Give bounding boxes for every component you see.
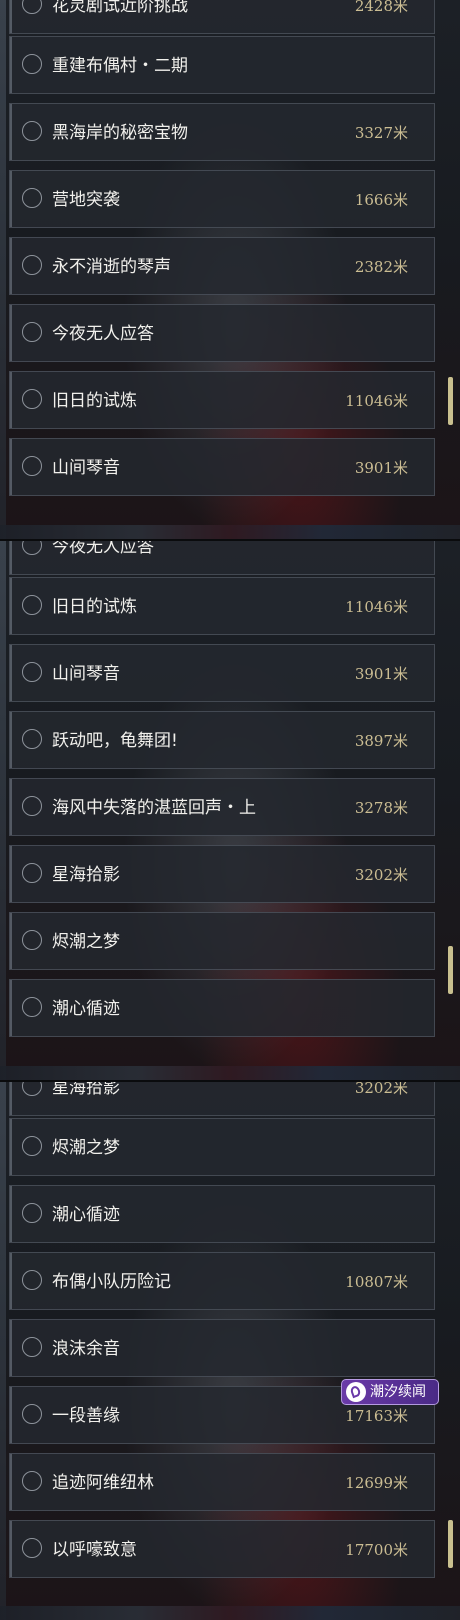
- quest-title: 星海拾影: [52, 865, 120, 885]
- quest-row[interactable]: 今夜无人应答: [9, 304, 435, 362]
- quest-distance: 2382米: [354, 258, 408, 276]
- quest-title: 山间琴音: [52, 664, 120, 684]
- radio-icon[interactable]: [22, 997, 42, 1017]
- quest-row[interactable]: 营地突袭 1666米: [9, 170, 435, 228]
- quest-distance: 2428米: [354, 0, 408, 15]
- quest-row[interactable]: 永不消逝的琴声 2382米: [9, 237, 435, 295]
- quest-row[interactable]: 旧日的试炼 11046米: [9, 371, 435, 429]
- radio-icon[interactable]: [22, 1270, 42, 1290]
- radio-icon[interactable]: [22, 1404, 42, 1424]
- quest-distance: 3202米: [354, 1082, 408, 1097]
- quest-title: 今夜无人应答: [52, 541, 154, 557]
- quest-title: 浪沫余音: [52, 1339, 120, 1359]
- radio-icon[interactable]: [22, 255, 42, 275]
- radio-icon[interactable]: [22, 322, 42, 342]
- quest-row[interactable]: 花灵剧试近阶挑战 2428米: [9, 0, 435, 34]
- radio-icon[interactable]: [22, 863, 42, 883]
- quest-row[interactable]: 跃动吧，龟舞团! 3897米: [9, 711, 435, 769]
- scrollbar-thumb[interactable]: [448, 1520, 453, 1568]
- quest-row[interactable]: 黑海岸的秘密宝物 3327米: [9, 103, 435, 161]
- radio-icon[interactable]: [22, 1538, 42, 1558]
- quest-row[interactable]: 以呼嚎致意 17700米: [9, 1520, 435, 1578]
- quest-row[interactable]: 潮心循迹: [9, 979, 435, 1037]
- quest-title: 潮心循迹: [52, 1205, 120, 1225]
- quest-row[interactable]: 今夜无人应答: [9, 541, 435, 575]
- quest-title: 旧日的试炼: [52, 391, 137, 411]
- quest-distance: 3327米: [354, 124, 408, 142]
- quest-title: 追迹阿维纽林: [52, 1473, 154, 1493]
- quest-title: 星海拾影: [52, 1082, 120, 1098]
- tide-quest-badge[interactable]: 潮汐续闻: [341, 1379, 439, 1405]
- quest-title: 黑海岸的秘密宝物: [52, 123, 188, 143]
- radio-icon[interactable]: [22, 1203, 42, 1223]
- radio-icon[interactable]: [22, 930, 42, 950]
- quest-title: 以呼嚎致意: [52, 1540, 137, 1560]
- quest-distance: 1666米: [354, 191, 408, 209]
- quest-title: 旧日的试炼: [52, 597, 137, 617]
- radio-icon[interactable]: [22, 0, 42, 14]
- quest-title: 烬潮之梦: [52, 932, 120, 952]
- radio-icon[interactable]: [22, 1337, 42, 1357]
- quest-title: 布偶小队历险记: [52, 1272, 171, 1292]
- quest-title: 海风中失落的湛蓝回声・上: [52, 798, 256, 818]
- quest-row[interactable]: 星海拾影 3202米: [9, 845, 435, 903]
- background-strip: [0, 1606, 460, 1620]
- radio-icon[interactable]: [22, 1471, 42, 1491]
- quest-distance: 12699米: [345, 1474, 408, 1492]
- quest-row[interactable]: 浪沫余音: [9, 1319, 435, 1377]
- radio-icon[interactable]: [22, 121, 42, 141]
- radio-icon[interactable]: [22, 541, 42, 555]
- background-strip: [0, 1066, 460, 1080]
- quest-row[interactable]: 山间琴音 3901米: [9, 644, 435, 702]
- quest-distance: 3202米: [354, 866, 408, 884]
- quest-distance: 11046米: [345, 392, 408, 410]
- quest-title: 烬潮之梦: [52, 1138, 120, 1158]
- quest-title: 永不消逝的琴声: [52, 257, 171, 277]
- radio-icon[interactable]: [22, 389, 42, 409]
- radio-icon[interactable]: [22, 456, 42, 476]
- quest-feather-icon: [346, 1382, 366, 1402]
- quest-row[interactable]: 追迹阿维纽林 12699米: [9, 1453, 435, 1511]
- radio-icon[interactable]: [22, 729, 42, 749]
- quest-title: 跃动吧，龟舞团!: [52, 731, 178, 751]
- quest-title: 山间琴音: [52, 458, 120, 478]
- quest-row[interactable]: 海风中失落的湛蓝回声・上 3278米: [9, 778, 435, 836]
- quest-distance: 3897米: [354, 732, 408, 750]
- quest-row[interactable]: 潮心循迹: [9, 1185, 435, 1243]
- quest-row[interactable]: 烬潮之梦: [9, 912, 435, 970]
- radio-icon[interactable]: [22, 595, 42, 615]
- quest-distance: 3901米: [354, 665, 408, 683]
- quest-row[interactable]: 布偶小队历险记 10807米: [9, 1252, 435, 1310]
- scrollbar-thumb[interactable]: [448, 377, 453, 425]
- quest-title: 今夜无人应答: [52, 324, 154, 344]
- radio-icon[interactable]: [22, 1082, 42, 1096]
- quest-title: 潮心循迹: [52, 999, 120, 1019]
- quest-title: 花灵剧试近阶挑战: [52, 0, 188, 16]
- quest-distance: 11046米: [345, 598, 408, 616]
- radio-icon[interactable]: [22, 188, 42, 208]
- quest-row[interactable]: 山间琴音 3901米: [9, 438, 435, 496]
- quest-distance: 17700米: [345, 1541, 408, 1559]
- quest-title: 一段善缘: [52, 1406, 120, 1426]
- quest-title: 营地突袭: [52, 190, 120, 210]
- quest-list-panel-3[interactable]: 星海拾影 3202米 烬潮之梦 潮心循迹 布偶小队历险记 10807米 浪沫余音…: [0, 1082, 460, 1620]
- quest-row[interactable]: 烬潮之梦: [9, 1118, 435, 1176]
- quest-distance: 3901米: [354, 459, 408, 477]
- badge-label: 潮汐续闻: [370, 1384, 426, 1400]
- quest-row[interactable]: 重建布偶村・二期: [9, 36, 435, 94]
- scrollbar-thumb[interactable]: [448, 946, 453, 994]
- quest-title: 重建布偶村・二期: [52, 56, 188, 76]
- radio-icon[interactable]: [22, 54, 42, 74]
- quest-row[interactable]: 旧日的试炼 11046米: [9, 577, 435, 635]
- radio-icon[interactable]: [22, 1136, 42, 1156]
- quest-row[interactable]: 星海拾影 3202米: [9, 1082, 435, 1116]
- quest-distance: 10807米: [345, 1273, 408, 1291]
- quest-distance: 3278米: [354, 799, 408, 817]
- quest-list-panel-2[interactable]: 今夜无人应答 旧日的试炼 11046米 山间琴音 3901米 跃动吧，龟舞团! …: [0, 541, 460, 1080]
- background-strip: [0, 525, 460, 539]
- radio-icon[interactable]: [22, 662, 42, 682]
- quest-list-panel-1[interactable]: 花灵剧试近阶挑战 2428米 重建布偶村・二期 黑海岸的秘密宝物 3327米 营…: [0, 0, 460, 539]
- radio-icon[interactable]: [22, 796, 42, 816]
